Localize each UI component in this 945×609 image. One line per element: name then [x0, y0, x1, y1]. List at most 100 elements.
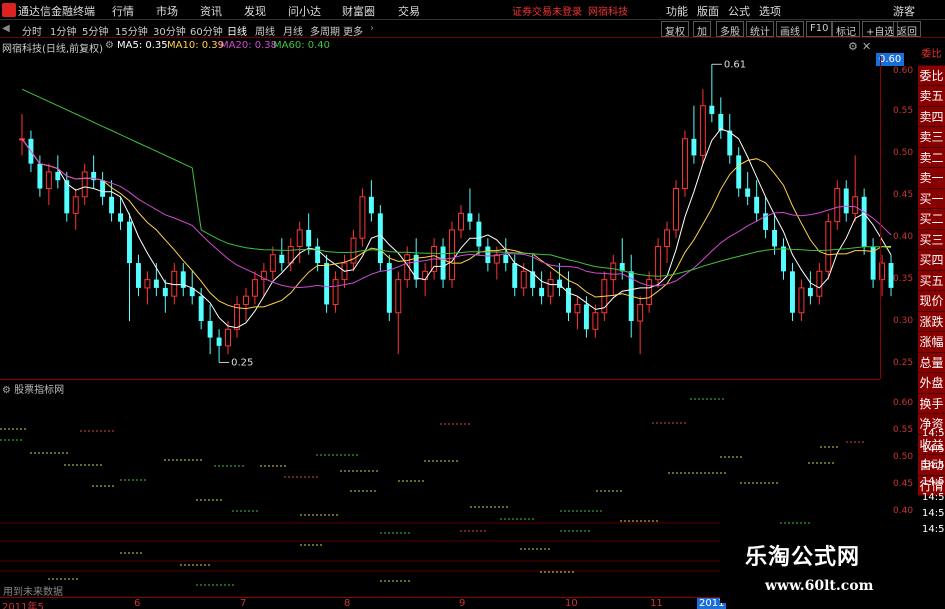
side-item[interactable]: 总量 [918, 352, 945, 373]
side-item[interactable]: 买二 [918, 209, 945, 230]
candle-body[interactable] [37, 163, 43, 189]
menu-jiaoyi[interactable]: 交易 [398, 3, 420, 19]
period-1min[interactable]: 1分钟 [50, 23, 76, 38]
candle-body[interactable] [736, 155, 742, 189]
candle-body[interactable] [162, 287, 168, 297]
candle-body[interactable] [422, 270, 429, 281]
candle-body[interactable] [100, 180, 106, 197]
period-weekly[interactable]: 周线 [255, 23, 275, 38]
candle-body[interactable] [306, 229, 312, 247]
side-item[interactable]: 外盘 [918, 373, 945, 394]
candle-body[interactable] [798, 287, 805, 314]
menu-xuanxiang[interactable]: 选项 [759, 3, 781, 19]
candle-body[interactable] [144, 279, 151, 289]
side-item[interactable]: 涨幅 [918, 332, 945, 353]
period-daily[interactable]: 日线 [227, 23, 247, 38]
menu-faxian[interactable]: 发现 [244, 3, 266, 19]
menu-zixun[interactable]: 资讯 [200, 3, 222, 19]
candle-body[interactable] [127, 221, 132, 264]
candle-body[interactable] [699, 105, 706, 156]
side-item[interactable]: 卖二 [918, 147, 945, 168]
candle-body[interactable] [368, 196, 374, 214]
candle-body[interactable] [503, 254, 509, 264]
period-5min[interactable]: 5分钟 [82, 23, 108, 38]
candle-body[interactable] [332, 279, 339, 305]
settings-gear-icon[interactable]: ⚙ [105, 40, 114, 51]
candle-body[interactable] [81, 171, 88, 198]
menu-hangqing[interactable]: 行情 [112, 3, 134, 19]
tool-duogu[interactable]: 多股 [716, 21, 744, 38]
candle-body[interactable] [646, 279, 653, 305]
candle-body[interactable] [539, 287, 545, 297]
candle-body[interactable] [610, 262, 617, 281]
menu-caifuquan[interactable]: 财富圈 [342, 3, 375, 19]
candle-body[interactable] [807, 287, 813, 297]
tool-f10[interactable]: F10 [806, 21, 833, 37]
candle-body[interactable] [727, 130, 733, 156]
menu-banmian[interactable]: 版面 [697, 3, 719, 19]
candle-body[interactable] [440, 246, 446, 280]
menu-gongshi[interactable]: 公式 [728, 3, 750, 19]
side-item[interactable]: 卖五 [918, 86, 945, 107]
side-item[interactable]: 买一 [918, 188, 945, 209]
candle-body[interactable] [861, 196, 867, 247]
period-fenshi[interactable]: 分时 [22, 23, 42, 38]
period-more[interactable]: 更多 [343, 23, 363, 38]
tool-jia[interactable]: 加 [693, 21, 711, 38]
candle-body[interactable] [583, 304, 589, 330]
candle-body[interactable] [216, 337, 222, 346]
candle-body[interactable] [467, 213, 473, 222]
candle-body[interactable] [664, 229, 671, 247]
candle-body[interactable] [790, 271, 795, 313]
candle-body[interactable] [269, 254, 276, 272]
menu-shichang[interactable]: 市场 [156, 3, 178, 19]
tool-fanhui[interactable]: 返回 [893, 21, 921, 38]
candle-body[interactable] [377, 213, 383, 264]
side-item[interactable]: 买三 [918, 229, 945, 250]
candle-body[interactable] [225, 328, 232, 347]
candle-body[interactable] [109, 196, 115, 214]
candle-body[interactable] [718, 113, 724, 131]
candle-body[interactable] [45, 171, 52, 190]
candle-body[interactable] [547, 279, 554, 297]
tool-huaxian[interactable]: 画线 [776, 21, 804, 38]
candle-body[interactable] [449, 229, 455, 281]
candle-body[interactable] [520, 270, 527, 289]
period-30min[interactable]: 30分钟 [153, 23, 186, 38]
side-item[interactable]: 换手 [918, 393, 945, 414]
collapse-icon[interactable]: ◀ [2, 23, 10, 34]
tool-biaoji[interactable]: 标记 [832, 21, 860, 38]
candle-body[interactable] [485, 246, 491, 264]
side-top-label[interactable]: 委比 [918, 45, 945, 66]
candle-body[interactable] [592, 312, 599, 330]
period-monthly[interactable]: 月线 [283, 23, 303, 38]
candle-body[interactable] [458, 212, 464, 231]
period-15min[interactable]: 15分钟 [115, 23, 148, 38]
side-item[interactable]: 现价 [918, 291, 945, 312]
side-item[interactable]: 涨跌 [918, 311, 945, 332]
menu-wenxiaoda[interactable]: 问小达 [288, 3, 321, 19]
candle-body[interactable] [171, 270, 178, 297]
candle-body[interactable] [825, 221, 832, 272]
side-item[interactable]: 卖三 [918, 127, 945, 148]
candle-body[interactable] [153, 279, 159, 288]
candle-body[interactable] [852, 196, 859, 214]
side-item[interactable]: 卖四 [918, 106, 945, 127]
candle-body[interactable] [772, 229, 778, 247]
candle-body[interactable] [754, 196, 760, 214]
menu-guest[interactable]: 游客 [893, 3, 915, 19]
candle-body[interactable] [279, 254, 285, 264]
settings-icon[interactable]: ⚙ [848, 40, 858, 53]
candle-body[interactable] [251, 279, 258, 297]
candle-body[interactable] [681, 138, 688, 190]
candle-body[interactable] [709, 105, 715, 114]
candle-body[interactable] [673, 188, 679, 231]
candle-body[interactable] [72, 196, 79, 214]
menu-gongneng[interactable]: 功能 [666, 3, 688, 19]
candle-body[interactable] [843, 188, 849, 214]
candle-body[interactable] [296, 229, 303, 247]
tool-tongji[interactable]: 统计 [746, 21, 774, 38]
candle-body[interactable] [198, 296, 204, 322]
candle-body[interactable] [395, 279, 402, 314]
side-item[interactable]: 卖一 [918, 168, 945, 189]
